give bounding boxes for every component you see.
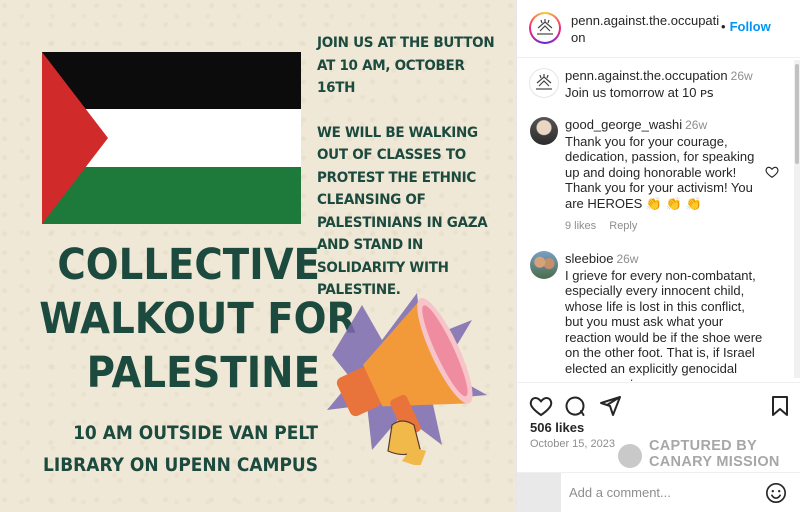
watermark: CAPTURED BY CANARY MISSION bbox=[618, 438, 798, 472]
poster-join-text: JOIN US AT THE BUTTON AT 10 AM, OCTOBER … bbox=[317, 35, 495, 96]
org-logo-icon bbox=[536, 74, 552, 90]
comment-text: Thank you for your courage, dedication, … bbox=[565, 133, 755, 211]
reply-button[interactable]: Reply bbox=[609, 220, 637, 232]
comment-time: 26w bbox=[685, 118, 708, 132]
comment-text: I grieve for every non-combatant, especi… bbox=[565, 267, 763, 382]
comment-likes[interactable]: 9 likes bbox=[565, 220, 596, 232]
header-username[interactable]: penn.against.the.occupation bbox=[571, 12, 721, 46]
comment-bubble-icon[interactable] bbox=[563, 394, 587, 418]
commenter-avatar[interactable] bbox=[530, 251, 558, 279]
poster-location: 10 AM OUTSIDE VAN PELT LIBRARY ON UPENN … bbox=[43, 423, 318, 476]
add-comment-row: Add a comment... bbox=[517, 472, 800, 512]
caption-comment: penn.against.the.occupation 26w Join us t… bbox=[517, 68, 787, 108]
share-send-icon[interactable] bbox=[598, 394, 622, 418]
canary-logo-icon bbox=[618, 444, 642, 468]
follow-button[interactable]: • Follow bbox=[721, 19, 771, 34]
palestinian-flag bbox=[42, 52, 301, 224]
poster-headline: COLLECTIVE WALKOUT FOR PALESTINE bbox=[39, 240, 357, 398]
like-comment-heart-icon[interactable] bbox=[765, 165, 779, 179]
add-comment-input[interactable]: Add a comment... bbox=[569, 485, 671, 500]
commenter-avatar[interactable] bbox=[530, 117, 558, 145]
comments-panel: penn.against.the.occupation • Follow penn… bbox=[516, 0, 800, 512]
caption-avatar[interactable] bbox=[529, 68, 559, 98]
poster-protest-text: WE WILL BE WALKING OUT OF CLASSES TO PRO… bbox=[317, 124, 488, 299]
comments-scrollbar[interactable] bbox=[794, 60, 800, 378]
comment-text: Join us tomorrow at 10 ᴘꜱ bbox=[565, 84, 714, 100]
save-bookmark-icon[interactable] bbox=[769, 394, 791, 418]
comment-username[interactable]: sleebioe bbox=[565, 251, 613, 266]
comment-list: penn.against.the.occupation 26w Join us t… bbox=[517, 59, 793, 381]
megaphone-illustration bbox=[327, 293, 487, 465]
post-image[interactable]: JOIN US AT THE BUTTON AT 10 AM, OCTOBER … bbox=[0, 0, 516, 512]
post-date: October 15, 2023 bbox=[530, 438, 616, 450]
comment-username[interactable]: good_george_washi bbox=[565, 117, 682, 132]
emoji-icon[interactable] bbox=[765, 482, 787, 504]
like-count[interactable]: 506 likes bbox=[530, 420, 584, 435]
thumbnail-strip bbox=[517, 473, 561, 512]
profile-avatar[interactable] bbox=[529, 12, 561, 44]
comment-item: sleebioe 26w I grieve for every non-comba… bbox=[517, 251, 787, 381]
comment-time: 26w bbox=[616, 252, 639, 266]
poster-event-details: JOIN US AT THE BUTTON AT 10 AM, OCTOBER … bbox=[317, 32, 498, 324]
comment-time: 26w bbox=[730, 69, 753, 83]
comment-username[interactable]: penn.against.the.occupation bbox=[565, 68, 728, 83]
like-heart-icon[interactable] bbox=[529, 394, 553, 418]
comment-item: good_george_washi 26w Thank you for your … bbox=[517, 117, 787, 237]
org-logo-icon bbox=[537, 19, 553, 35]
post-header: penn.against.the.occupation • Follow bbox=[517, 0, 800, 58]
